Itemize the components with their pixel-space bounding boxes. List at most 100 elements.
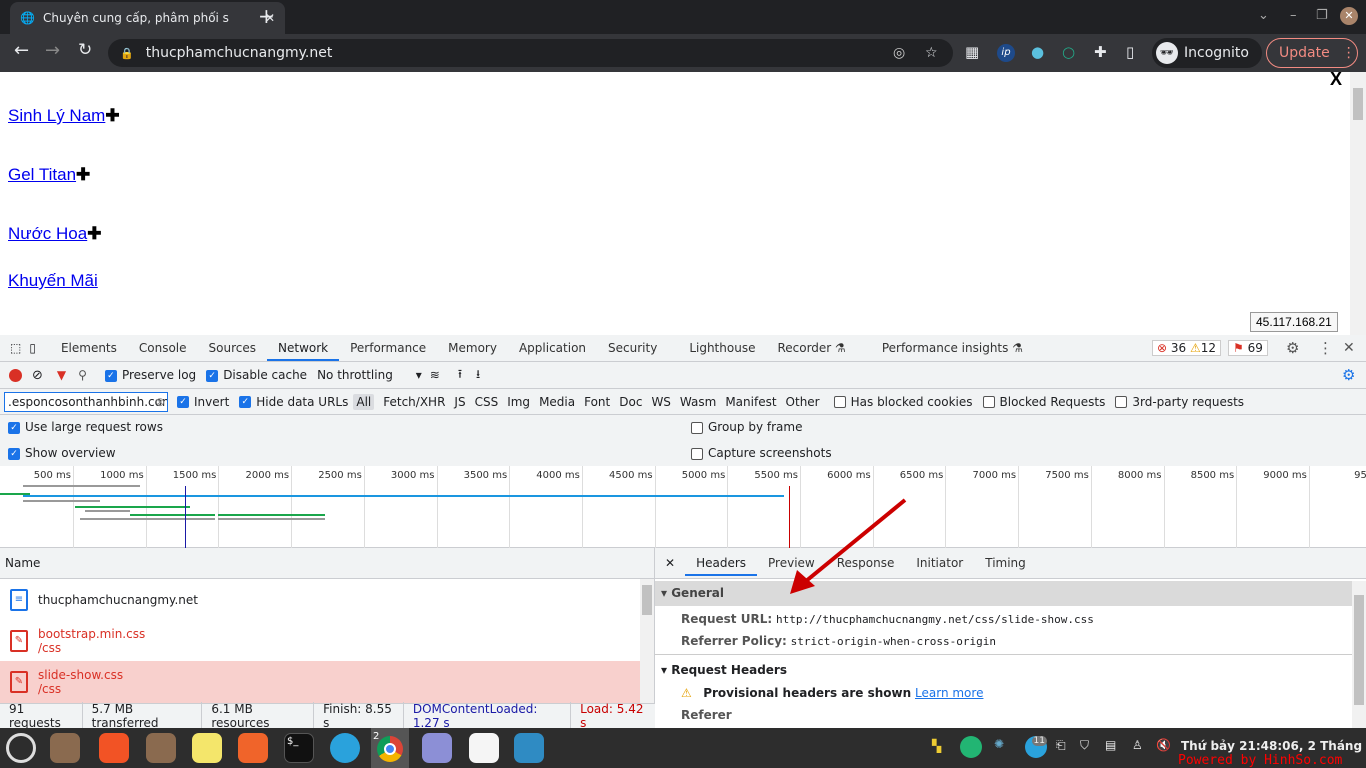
filter-ws[interactable]: WS xyxy=(651,395,670,409)
filter-img[interactable]: Img xyxy=(507,395,530,409)
detail-scrollbar[interactable] xyxy=(1352,581,1366,728)
search-icon[interactable]: ⚲ xyxy=(78,368,87,382)
eye-off-icon[interactable]: ◎ xyxy=(893,45,905,61)
address-bar[interactable]: 🔒 thucphamchucnangmy.net ◎ ☆ xyxy=(108,39,953,67)
brave-icon[interactable] xyxy=(99,733,129,763)
network-conditions-icon[interactable]: ≋ xyxy=(430,368,440,382)
inspect-element-icon[interactable]: ⬚ xyxy=(10,341,21,355)
request-row-selected[interactable]: ✎ slide-show.css/css xyxy=(0,661,640,703)
qr-extension-icon[interactable]: ▦ xyxy=(965,43,979,61)
preserve-log-checkbox[interactable]: ✓ Preserve log xyxy=(104,368,196,382)
tray-volume-muted-icon[interactable]: 🔇 xyxy=(1156,738,1171,752)
telegram-icon[interactable] xyxy=(330,733,360,763)
disable-cache-checkbox[interactable]: ✓ Disable cache xyxy=(206,368,307,382)
errors-warnings-badge[interactable]: ⊗ 36 ⚠12 xyxy=(1152,340,1222,356)
request-row[interactable]: ≡ thucphamchucnangmy.net xyxy=(0,579,640,620)
group-by-frame-checkbox[interactable]: Group by frame xyxy=(691,420,802,434)
capture-screenshots-checkbox[interactable]: Capture screenshots xyxy=(691,446,832,460)
reload-icon[interactable]: ↻ xyxy=(78,40,92,60)
large-rows-checkbox[interactable]: ✓ Use large request rows xyxy=(8,420,163,434)
files-icon[interactable] xyxy=(50,733,80,763)
bookmark-star-icon[interactable]: ☆ xyxy=(925,45,938,61)
tab-elements[interactable]: Elements xyxy=(50,335,128,361)
nav-link-gel-titan[interactable]: Gel Titan✚ xyxy=(8,165,90,185)
back-icon[interactable]: ← xyxy=(14,40,29,61)
clear-filter-icon[interactable]: ⊗ xyxy=(155,395,165,409)
firefox-icon[interactable] xyxy=(238,733,268,763)
tray-telegram-icon[interactable]: 11 xyxy=(1025,736,1047,758)
update-button[interactable]: Update ⋮ xyxy=(1266,38,1358,68)
window-close-button[interactable]: ✕ xyxy=(1340,7,1358,25)
terminal-icon[interactable]: $_ xyxy=(284,733,314,763)
tray-app-icon[interactable]: ▚ xyxy=(932,739,941,753)
request-row[interactable]: ✎ bootstrap.min.css/css xyxy=(0,620,640,661)
sticky-notes-icon[interactable] xyxy=(192,733,222,763)
close-devtools-icon[interactable]: ✕ xyxy=(1343,340,1355,356)
text-editor-icon[interactable] xyxy=(469,733,499,763)
tab-performance[interactable]: Performance xyxy=(339,335,437,361)
clear-icon[interactable]: ⊘ xyxy=(32,368,43,383)
invert-checkbox[interactable]: ✓ Invert xyxy=(177,395,229,409)
import-har-icon[interactable]: ⭱ xyxy=(458,365,462,386)
app-shutter-icon[interactable] xyxy=(514,733,544,763)
clock[interactable]: Thứ bảy 21:48:06, 2 Tháng 3 xyxy=(1181,739,1366,753)
tab-timing[interactable]: Timing xyxy=(974,550,1037,576)
tab-security[interactable]: Security xyxy=(597,335,668,361)
close-detail-icon[interactable]: ✕ xyxy=(665,556,675,570)
hide-data-urls-checkbox[interactable]: ✓ Hide data URLs xyxy=(239,395,348,409)
new-tab-button[interactable]: + xyxy=(258,4,275,28)
folder-icon[interactable] xyxy=(146,733,176,763)
maximize-button[interactable]: ❐ xyxy=(1316,8,1328,23)
tab-recorder[interactable]: Recorder ⚗ xyxy=(766,335,856,361)
incognito-profile[interactable]: 🕶 Incognito xyxy=(1152,38,1262,68)
filter-fetch-xhr[interactable]: Fetch/XHR xyxy=(383,395,445,409)
filter-manifest[interactable]: Manifest xyxy=(725,395,776,409)
tray-notes-icon[interactable]: ▤ xyxy=(1105,738,1116,752)
general-section-header[interactable]: ▾ General xyxy=(655,581,1352,606)
text-document-icon[interactable] xyxy=(422,733,452,763)
filter-doc[interactable]: Doc xyxy=(619,395,642,409)
menu-close-button[interactable]: X xyxy=(1330,69,1342,90)
filter-all[interactable]: All xyxy=(353,393,375,410)
network-overview-timeline[interactable]: 500 ms 1000 ms 1500 ms 2000 ms 2500 ms 3000 m… xyxy=(0,466,1366,548)
tray-shutter-icon[interactable]: ✺ xyxy=(994,737,1004,751)
request-list-scrollbar[interactable] xyxy=(640,579,654,703)
extensions-puzzle-icon[interactable]: ✚ xyxy=(1094,43,1107,61)
side-panel-icon[interactable]: ▯ xyxy=(1126,43,1134,61)
minimize-button[interactable]: – xyxy=(1290,8,1297,23)
filter-js[interactable]: JS xyxy=(454,395,465,409)
tray-shield-icon[interactable]: ⛉ xyxy=(1080,738,1089,753)
tab-console[interactable]: Console xyxy=(128,335,198,361)
tab-headers[interactable]: Headers xyxy=(685,550,758,576)
ip-extension-icon[interactable]: ip xyxy=(997,44,1015,62)
filter-wasm[interactable]: Wasm xyxy=(680,395,716,409)
location-extension-icon[interactable]: ● xyxy=(1031,43,1044,61)
chrome-icon[interactable]: 2 xyxy=(371,728,409,768)
tab-sources[interactable]: Sources xyxy=(198,335,267,361)
blocked-requests-checkbox[interactable]: Blocked Requests xyxy=(982,395,1105,409)
tray-teamviewer-icon[interactable] xyxy=(960,736,982,758)
tab-performance-insights[interactable]: Performance insights ⚗ xyxy=(871,335,1034,361)
throttling-select[interactable]: No throttling ▾ xyxy=(317,368,422,382)
filter-media[interactable]: Media xyxy=(539,395,575,409)
learn-more-link[interactable]: Learn more xyxy=(915,686,983,700)
circle-extension-icon[interactable]: ○ xyxy=(1062,43,1075,61)
nav-link-khuyen-mai[interactable]: Khuyến Mãi xyxy=(8,271,98,291)
column-header-name[interactable]: Name xyxy=(0,548,654,579)
tab-search-icon[interactable]: ⌄ xyxy=(1258,8,1269,23)
export-har-icon[interactable]: ⭳ xyxy=(476,365,480,386)
tab-memory[interactable]: Memory xyxy=(437,335,508,361)
tray-clipboard-icon[interactable]: ⎗ xyxy=(1056,738,1066,753)
has-blocked-cookies-checkbox[interactable]: Has blocked cookies xyxy=(833,395,973,409)
filter-font[interactable]: Font xyxy=(584,395,610,409)
mint-menu-icon[interactable] xyxy=(6,733,36,763)
nav-link-sinh-ly-nam[interactable]: Sinh Lý Nam✚ xyxy=(8,106,120,126)
more-menu-icon[interactable]: ⋮ xyxy=(1342,45,1356,61)
page-scrollbar[interactable] xyxy=(1350,72,1366,335)
browser-tab[interactable]: 🌐 Chuyên cung cấp, phâm phối s ✕ xyxy=(10,2,285,34)
scrollbar-thumb[interactable] xyxy=(1353,88,1363,120)
tab-initiator[interactable]: Initiator xyxy=(905,550,974,576)
filter-other[interactable]: Other xyxy=(786,395,820,409)
filter-input[interactable]: .esponcosonthanhbinh.com ⊗ xyxy=(4,391,168,412)
issues-badge[interactable]: ⚑ 69 xyxy=(1228,340,1268,356)
